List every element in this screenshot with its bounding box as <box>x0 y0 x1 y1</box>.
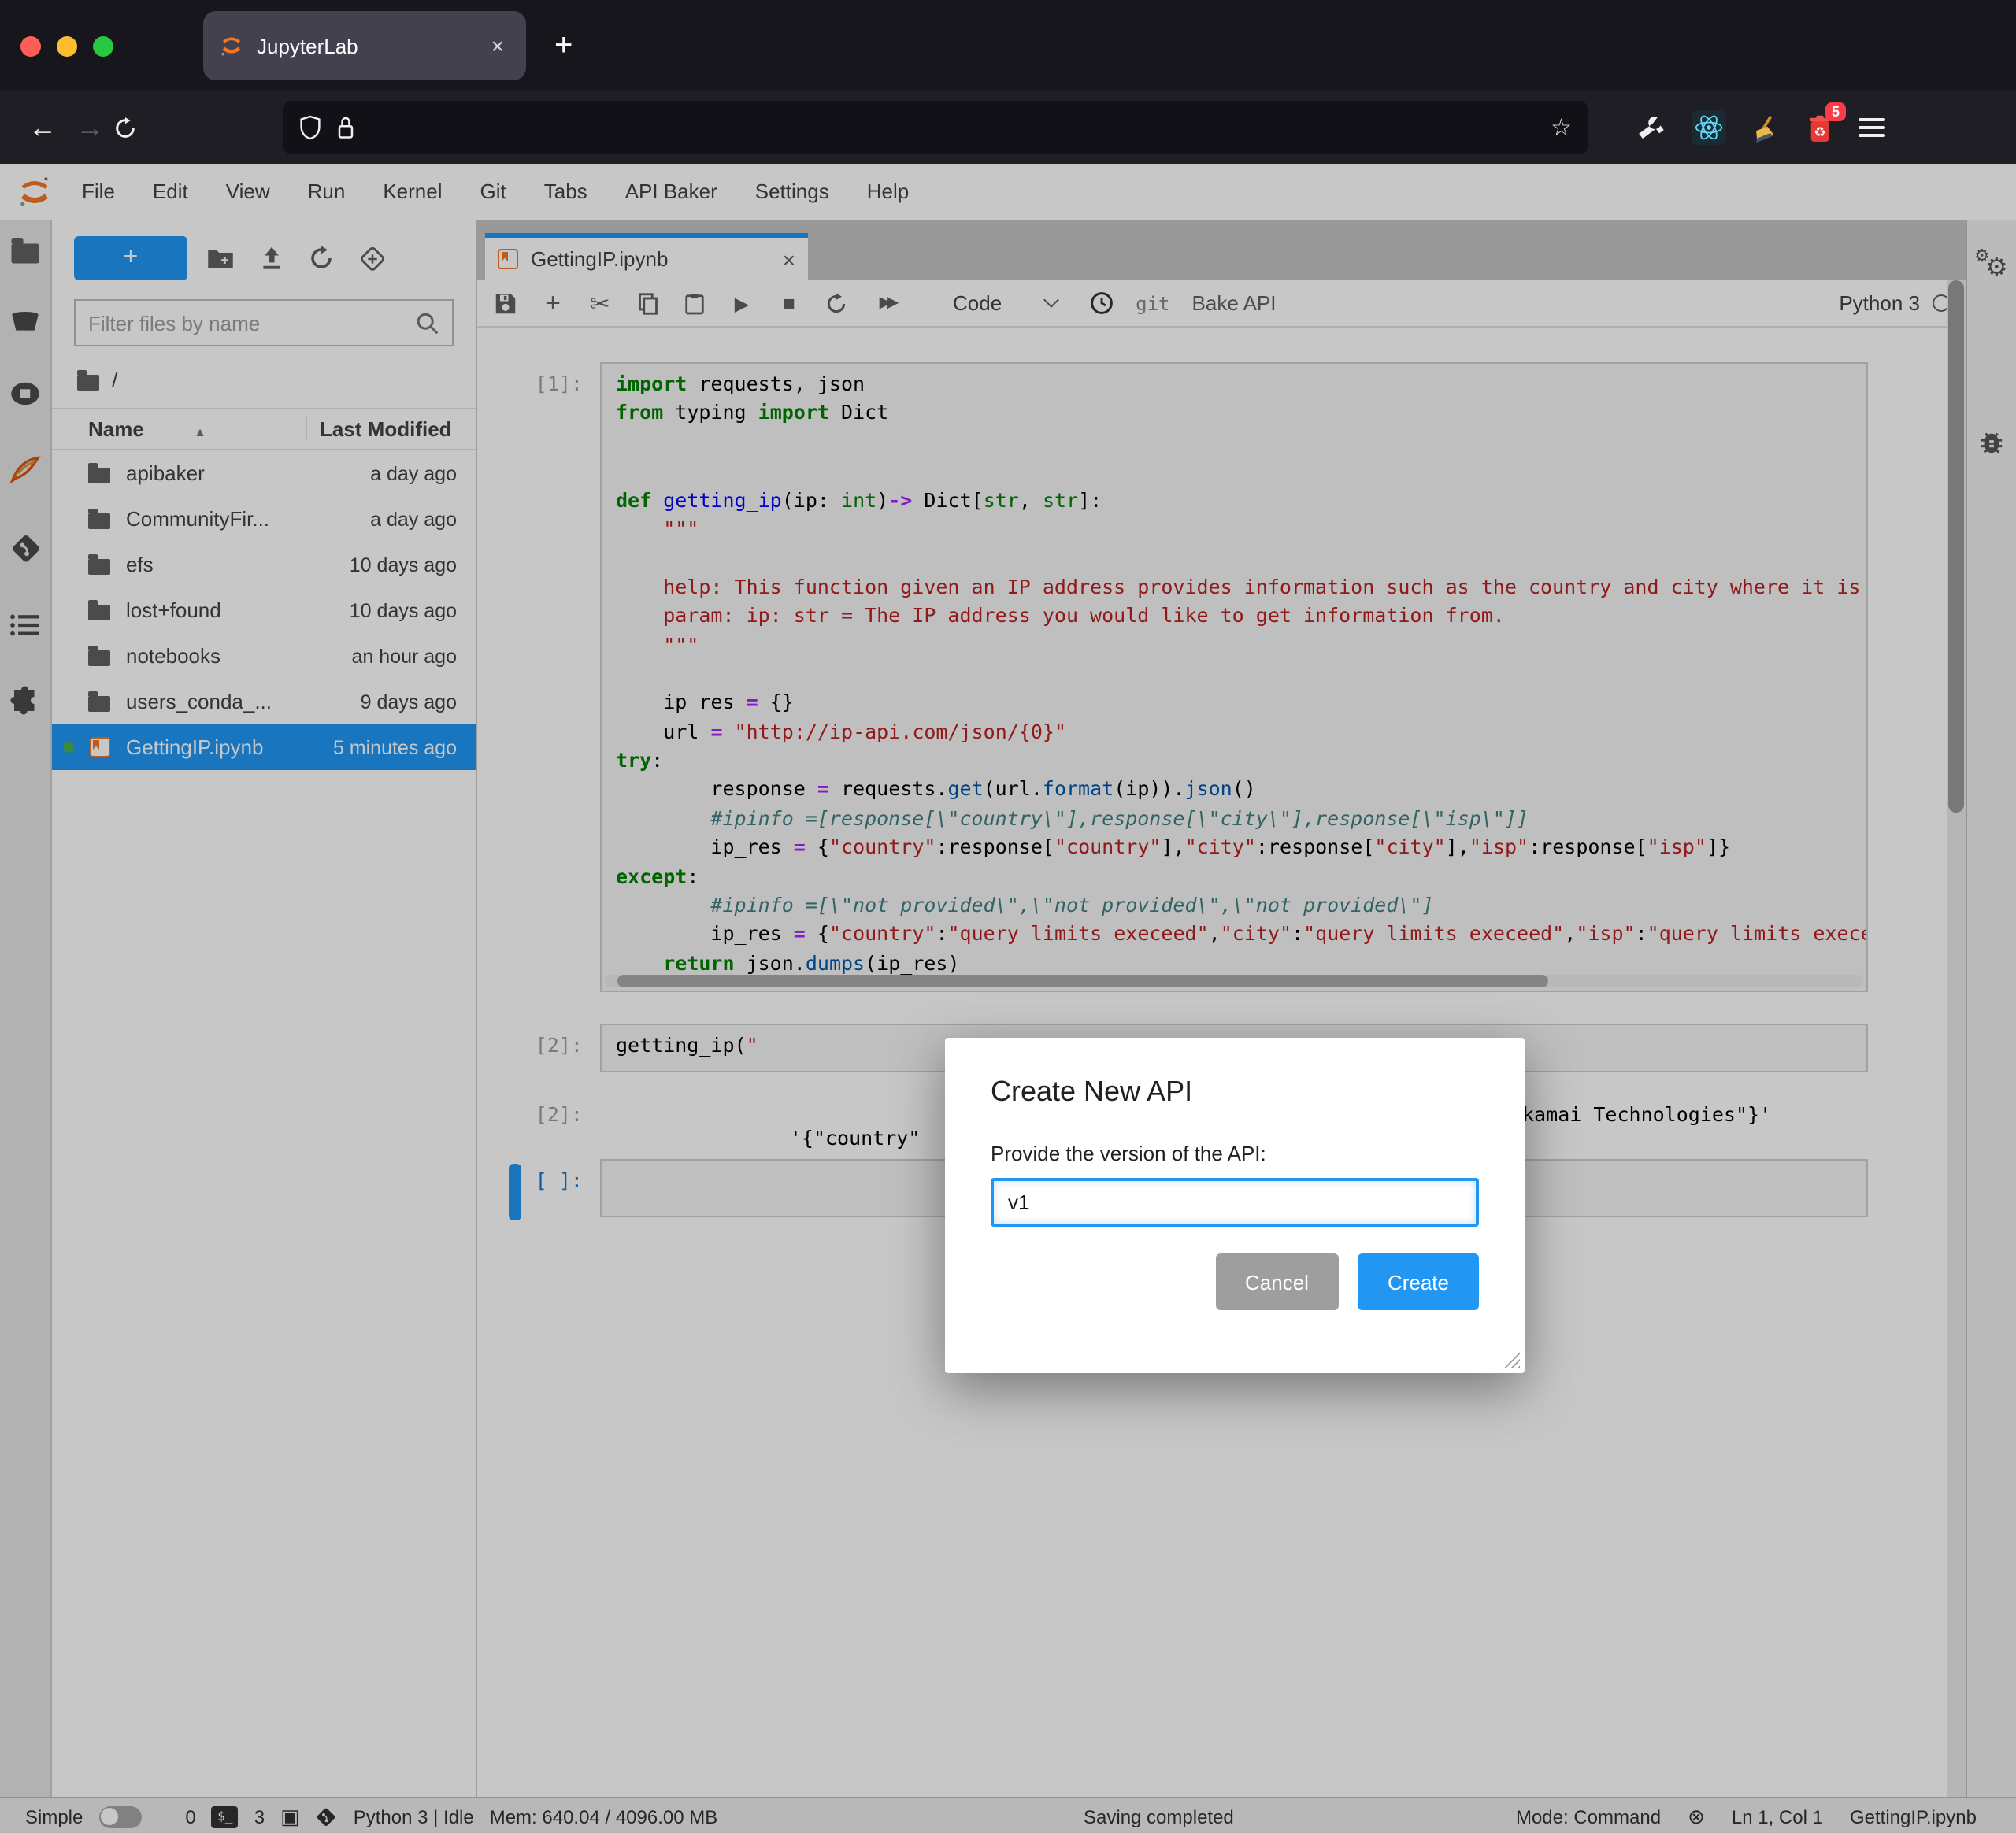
jupyterlab-window: FileEditViewRunKernelGitTabsAPI BakerSet… <box>0 164 2016 1833</box>
screen: JupyterLab × + ← → <box>0 0 2016 1833</box>
back-button[interactable]: ← <box>19 111 66 144</box>
reload-button[interactable] <box>113 116 161 139</box>
browser-navbar: ← → ☆ <box>0 91 2016 164</box>
tab-close-icon[interactable]: × <box>485 33 510 58</box>
modal-overlay <box>0 164 2016 1833</box>
browser-tab[interactable]: JupyterLab × <box>203 11 526 80</box>
url-bar[interactable]: ☆ <box>284 101 1588 154</box>
new-tab-button[interactable]: + <box>554 28 573 64</box>
broom-extension-icon[interactable] <box>1751 113 1781 143</box>
react-devtools-icon[interactable] <box>1692 110 1726 145</box>
extension-icons: ♻ 5 <box>1638 110 1885 145</box>
menu-hamburger-icon[interactable] <box>1858 113 1885 142</box>
bookmark-star-icon[interactable]: ☆ <box>1551 113 1572 142</box>
create-button[interactable]: Create <box>1358 1253 1479 1310</box>
dialog-buttons: Cancel Create <box>991 1253 1479 1310</box>
wrench-icon[interactable] <box>1638 113 1666 142</box>
reload-icon <box>113 116 137 139</box>
dialog-resize-handle[interactable] <box>1499 1348 1520 1368</box>
minimize-window-button[interactable] <box>57 35 77 56</box>
window-controls <box>20 35 159 56</box>
dialog-title: Create New API <box>991 1076 1479 1109</box>
lock-icon[interactable] <box>335 115 356 140</box>
zoom-window-button[interactable] <box>93 35 113 56</box>
svg-text:♻: ♻ <box>1814 124 1825 139</box>
shield-icon[interactable] <box>299 115 321 140</box>
close-window-button[interactable] <box>20 35 41 56</box>
create-api-dialog: Create New API Provide the version of th… <box>945 1038 1525 1373</box>
browser-tabstrip: JupyterLab × + <box>0 0 2016 91</box>
browser-chrome: JupyterLab × + ← → <box>0 0 2016 164</box>
cancel-button[interactable]: Cancel <box>1215 1253 1339 1310</box>
trash-extension-button[interactable]: ♻ 5 <box>1807 113 1833 143</box>
dialog-label: Provide the version of the API: <box>991 1142 1479 1165</box>
extension-badge: 5 <box>1825 102 1846 120</box>
forward-button[interactable]: → <box>66 111 113 144</box>
api-version-input[interactable] <box>991 1178 1479 1227</box>
browser-tab-title: JupyterLab <box>257 34 485 57</box>
jupyter-favicon <box>219 33 244 58</box>
